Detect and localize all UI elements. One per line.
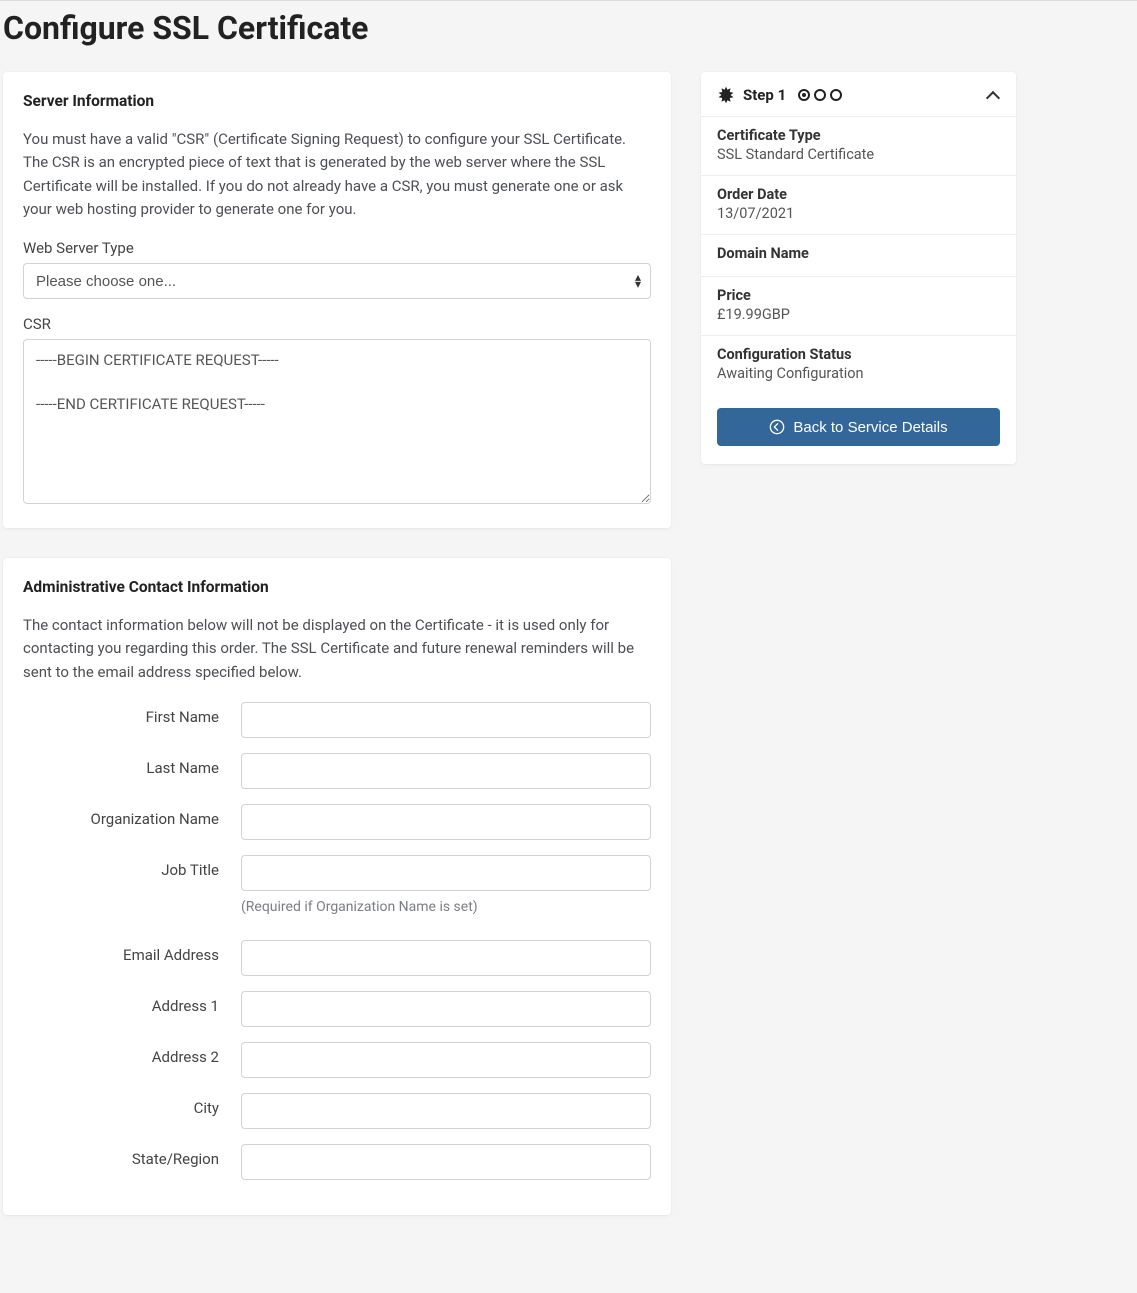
summary-panel: Step 1 Certificate Type SSL Standard Cer… bbox=[701, 72, 1016, 464]
server-type-label: Web Server Type bbox=[23, 239, 651, 257]
cert-type-val: SSL Standard Certificate bbox=[717, 146, 1000, 163]
arrow-left-circle-icon bbox=[769, 419, 785, 435]
email-input[interactable] bbox=[241, 940, 651, 976]
address1-label: Address 1 bbox=[23, 991, 241, 1015]
job-title-help: (Required if Organization Name is set) bbox=[241, 899, 651, 915]
server-type-select[interactable]: Please choose one... bbox=[23, 263, 651, 299]
admin-desc: The contact information below will not b… bbox=[23, 614, 651, 684]
address1-input[interactable] bbox=[241, 991, 651, 1027]
org-name-label: Organization Name bbox=[23, 804, 241, 828]
last-name-label: Last Name bbox=[23, 753, 241, 777]
order-date-val: 13/07/2021 bbox=[717, 205, 1000, 222]
certificate-icon bbox=[717, 86, 735, 104]
order-date-key: Order Date bbox=[717, 186, 1000, 203]
state-label: State/Region bbox=[23, 1144, 241, 1168]
chevron-up-icon bbox=[986, 88, 1000, 102]
back-button-label: Back to Service Details bbox=[793, 419, 947, 436]
org-name-input[interactable] bbox=[241, 804, 651, 840]
address2-label: Address 2 bbox=[23, 1042, 241, 1066]
step-label: Step 1 bbox=[743, 86, 786, 104]
csr-label: CSR bbox=[23, 315, 651, 333]
server-info-heading: Server Information bbox=[23, 92, 651, 110]
status-val: Awaiting Configuration bbox=[717, 365, 1000, 382]
csr-textarea[interactable] bbox=[23, 339, 651, 504]
step-progress-icon bbox=[798, 89, 842, 101]
job-title-label: Job Title bbox=[23, 855, 241, 879]
server-info-card: Server Information You must have a valid… bbox=[3, 72, 671, 528]
first-name-label: First Name bbox=[23, 702, 241, 726]
summary-header[interactable]: Step 1 bbox=[701, 72, 1016, 116]
last-name-input[interactable] bbox=[241, 753, 651, 789]
email-label: Email Address bbox=[23, 940, 241, 964]
cert-type-key: Certificate Type bbox=[717, 127, 1000, 144]
price-val: £19.99GBP bbox=[717, 306, 1000, 323]
server-info-desc: You must have a valid "CSR" (Certificate… bbox=[23, 128, 651, 221]
first-name-input[interactable] bbox=[241, 702, 651, 738]
admin-heading: Administrative Contact Information bbox=[23, 578, 651, 596]
domain-key: Domain Name bbox=[717, 245, 1000, 262]
job-title-input[interactable] bbox=[241, 855, 651, 891]
city-input[interactable] bbox=[241, 1093, 651, 1129]
page-title: Configure SSL Certificate bbox=[3, 9, 1137, 47]
city-label: City bbox=[23, 1093, 241, 1117]
address2-input[interactable] bbox=[241, 1042, 651, 1078]
state-input[interactable] bbox=[241, 1144, 651, 1180]
back-to-service-button[interactable]: Back to Service Details bbox=[717, 408, 1000, 446]
price-key: Price bbox=[717, 287, 1000, 304]
admin-contact-card: Administrative Contact Information The c… bbox=[3, 558, 671, 1215]
status-key: Configuration Status bbox=[717, 346, 1000, 363]
